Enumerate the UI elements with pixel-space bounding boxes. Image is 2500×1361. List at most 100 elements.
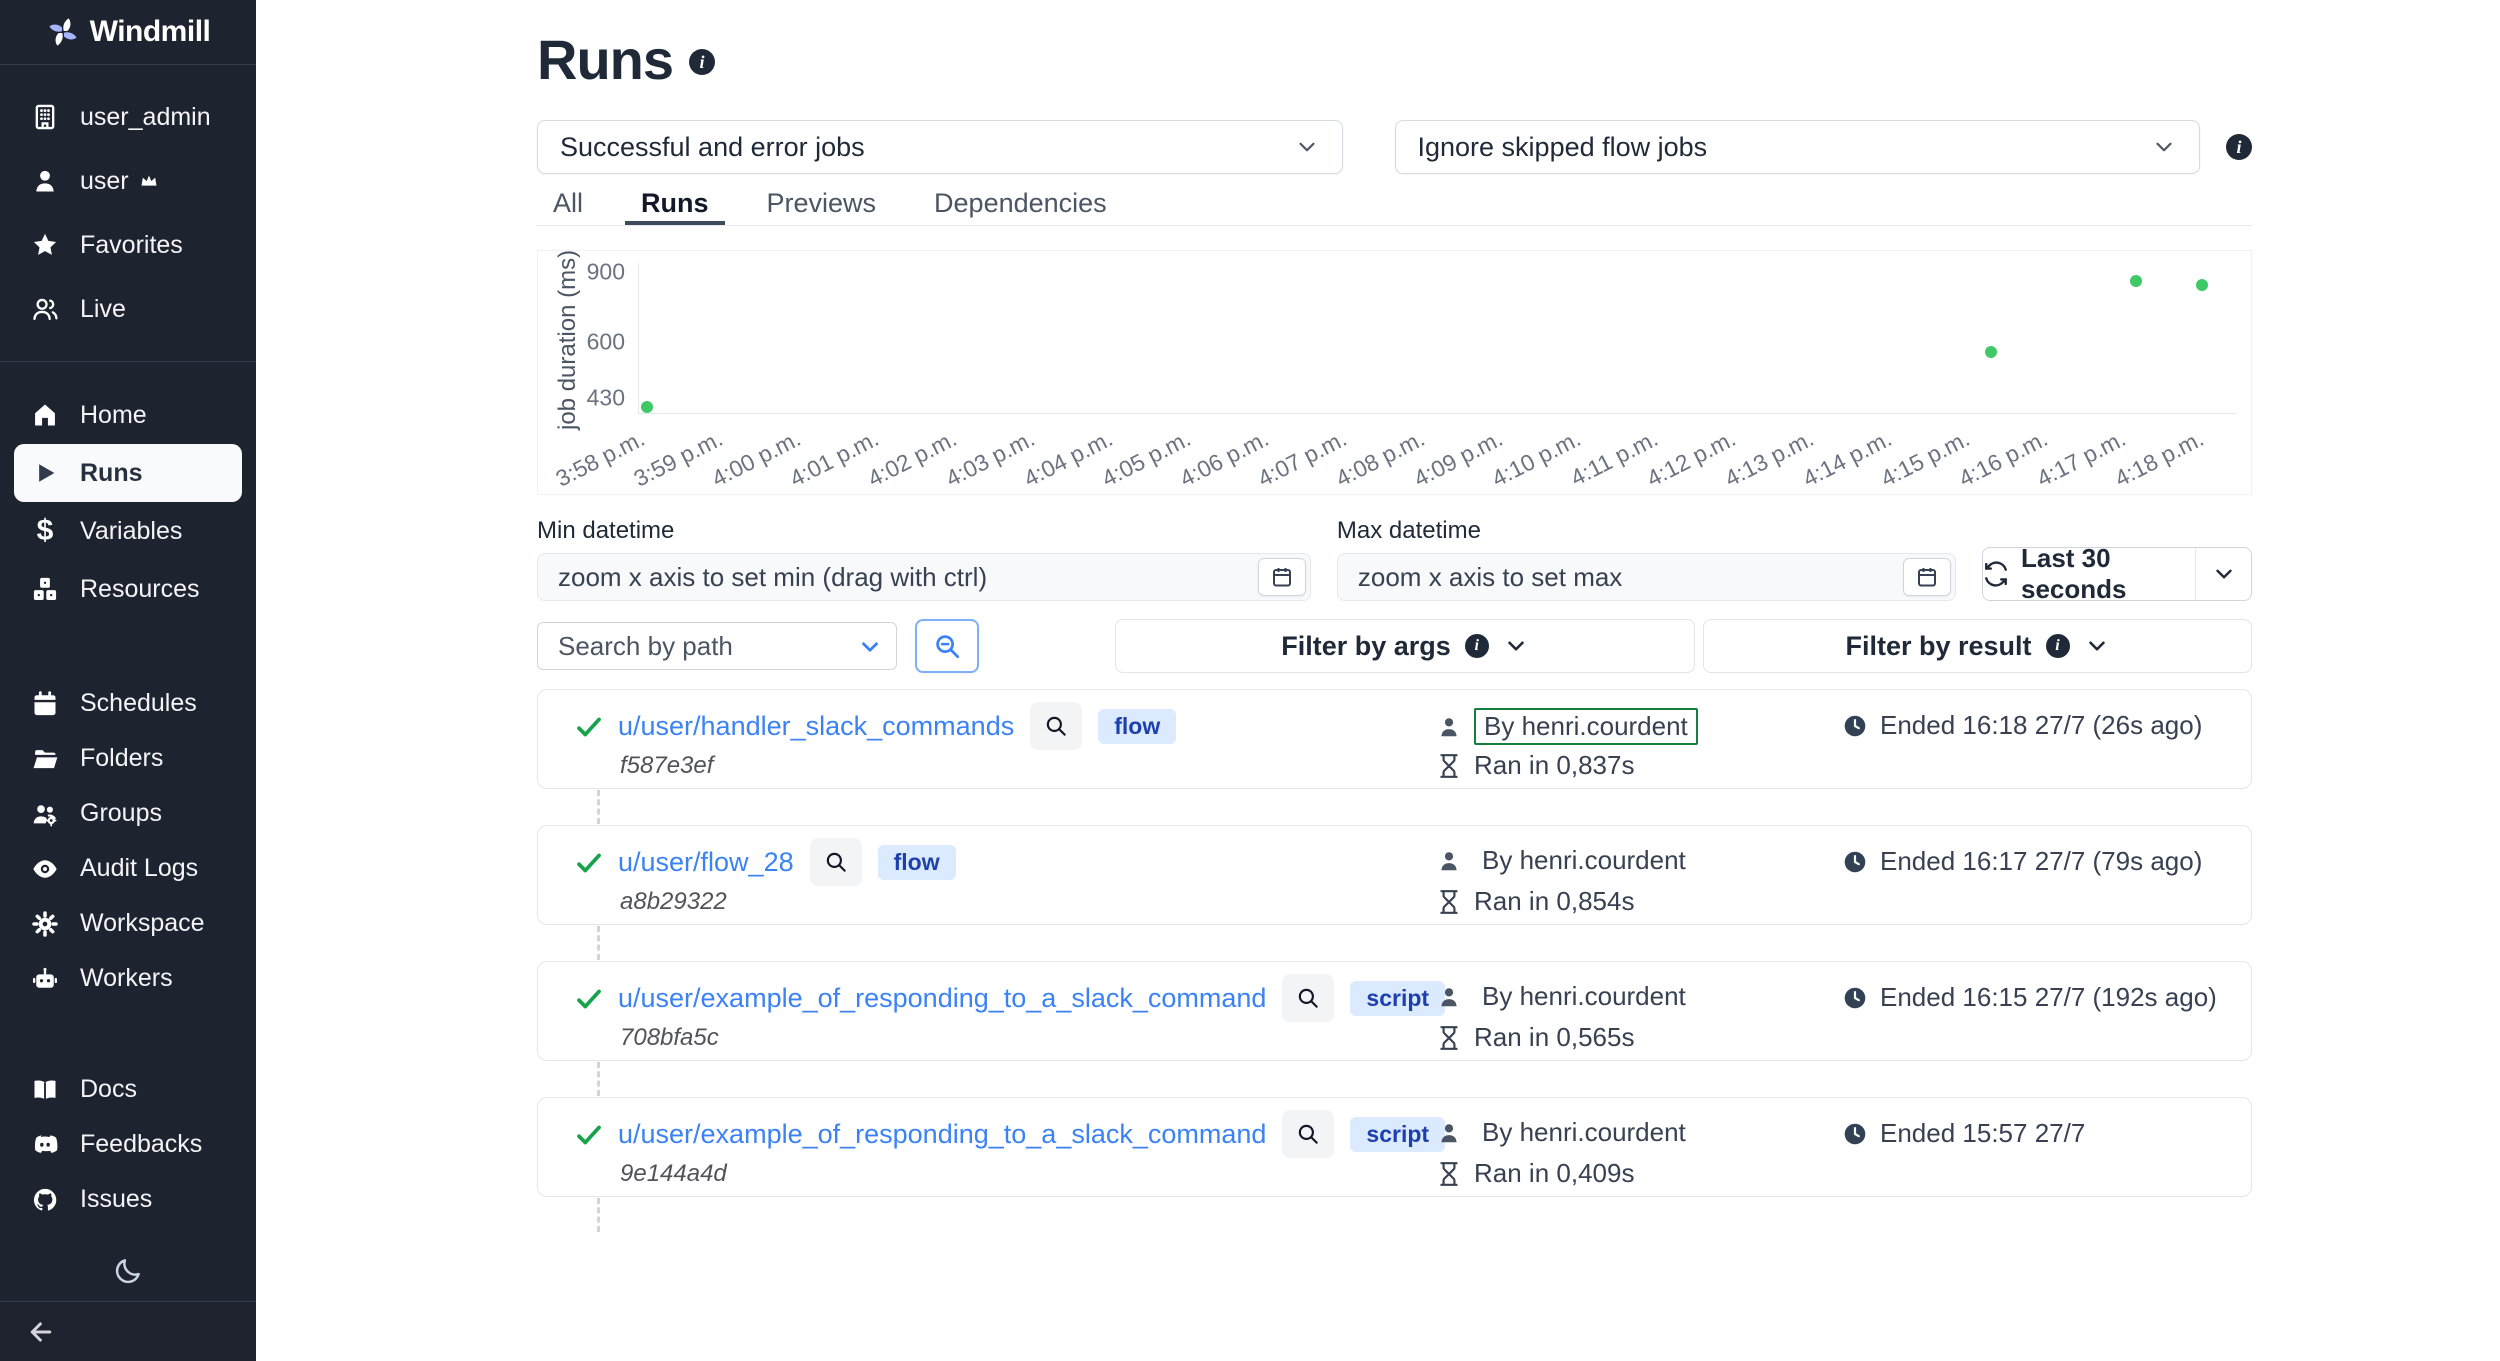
run-inspect-button[interactable] bbox=[1282, 974, 1334, 1022]
sidebar-item-user[interactable]: user bbox=[0, 149, 256, 213]
run-by-text: By henri.courdent bbox=[1474, 708, 1698, 745]
main-content: Runs Successful and error jobs Ignore sk… bbox=[256, 0, 2500, 1361]
sidebar-item-docs[interactable]: Docs bbox=[0, 1062, 256, 1117]
hourglass-icon bbox=[1436, 753, 1462, 779]
search-path-input[interactable] bbox=[537, 622, 897, 670]
sidebar-item-resources[interactable]: Resources bbox=[0, 560, 256, 618]
sidebar-main-nav: Home Runs $ Variables Resources bbox=[0, 362, 256, 618]
min-datetime-calendar-button[interactable] bbox=[1258, 558, 1306, 596]
sidebar-item-label: Audit Logs bbox=[80, 854, 198, 883]
home-icon bbox=[30, 401, 60, 429]
clock-icon bbox=[1842, 1121, 1868, 1147]
tab-previews[interactable]: Previews bbox=[751, 182, 893, 225]
chevron-down-icon bbox=[1294, 134, 1320, 160]
filter-by-args-button[interactable]: Filter by args bbox=[1115, 619, 1695, 673]
timeframe-refresh-button[interactable]: Last 30 seconds bbox=[1983, 548, 2195, 600]
chart-y-axis-label: job duration (ms) bbox=[554, 257, 582, 423]
run-by-text: By henri.courdent bbox=[1474, 1116, 1694, 1149]
clock-icon bbox=[1842, 849, 1868, 875]
gear-icon bbox=[30, 910, 60, 938]
run-path-link[interactable]: u/user/handler_slack_commands bbox=[618, 711, 1014, 742]
run-item: u/user/example_of_responding_to_a_slack_… bbox=[537, 1097, 2252, 1232]
run-path-link[interactable]: u/user/flow_28 bbox=[618, 847, 794, 878]
run-hash: 708bfa5c bbox=[620, 1024, 719, 1052]
sidebar-item-workers[interactable]: Workers bbox=[0, 951, 256, 1006]
run-hash: a8b29322 bbox=[620, 888, 727, 916]
run-by: By henri.courdent bbox=[1436, 980, 1694, 1013]
sidebar-item-label: Workspace bbox=[80, 909, 205, 938]
run-connector-dashes bbox=[597, 926, 600, 960]
sidebar-item-label: user_admin bbox=[80, 103, 211, 132]
sidebar-item-label: user bbox=[80, 167, 129, 196]
filter-args-label: Filter by args bbox=[1281, 631, 1451, 662]
sidebar-item-label: Issues bbox=[80, 1185, 152, 1214]
calendar-icon bbox=[1915, 565, 1939, 589]
run-row[interactable]: u/user/flow_28 flow a8b29322 By henri.co… bbox=[537, 825, 2252, 925]
chevron-down-icon[interactable] bbox=[857, 634, 883, 660]
groups-icon bbox=[30, 800, 60, 828]
sidebar-item-variables[interactable]: $ Variables bbox=[0, 502, 256, 560]
sidebar-item-audit-logs[interactable]: Audit Logs bbox=[0, 841, 256, 896]
sidebar-item-workspace[interactable]: Workspace bbox=[0, 896, 256, 951]
sidebar-item-live[interactable]: Live bbox=[0, 277, 256, 341]
sidebar-item-label: Runs bbox=[80, 459, 143, 488]
scatter-data-point[interactable] bbox=[1985, 346, 1997, 358]
run-row[interactable]: u/user/handler_slack_commands flow f587e… bbox=[537, 689, 2252, 789]
run-ended: Ended 15:57 27/7 bbox=[1842, 1118, 2085, 1149]
sidebar-item-runs[interactable]: Runs bbox=[14, 444, 242, 502]
job-status-select-value: Successful and error jobs bbox=[560, 132, 865, 163]
run-ended: Ended 16:18 27/7 (26s ago) bbox=[1842, 710, 2202, 741]
timeframe-split-button[interactable]: Last 30 seconds bbox=[1982, 547, 2252, 601]
run-row[interactable]: u/user/example_of_responding_to_a_slack_… bbox=[537, 961, 2252, 1061]
sidebar-item-home[interactable]: Home bbox=[0, 386, 256, 444]
run-item: u/user/handler_slack_commands flow f587e… bbox=[537, 689, 2252, 824]
run-inspect-button[interactable] bbox=[1030, 702, 1082, 750]
sidebar-item-favorites[interactable]: Favorites bbox=[0, 213, 256, 277]
search-button[interactable] bbox=[915, 619, 979, 673]
sidebar-item-schedules[interactable]: Schedules bbox=[0, 676, 256, 731]
windmill-logo[interactable]: Windmill bbox=[0, 0, 256, 64]
skipped-flows-info-icon[interactable] bbox=[2226, 134, 2252, 160]
sidebar-item-issues[interactable]: Issues bbox=[0, 1172, 256, 1227]
run-path-link[interactable]: u/user/example_of_responding_to_a_slack_… bbox=[618, 1119, 1266, 1150]
calendar-icon bbox=[1270, 565, 1294, 589]
max-datetime-calendar-button[interactable] bbox=[1903, 558, 1951, 596]
crown-icon bbox=[139, 171, 159, 191]
chart-plot-area[interactable]: 9006004303:58 p.m.3:59 p.m.4:00 p.m.4:01… bbox=[638, 263, 2237, 414]
chevron-down-icon bbox=[2084, 633, 2110, 659]
filter-result-label: Filter by result bbox=[1845, 631, 2031, 662]
timeframe-dropdown-button[interactable] bbox=[2195, 548, 2251, 600]
job-status-select[interactable]: Successful and error jobs bbox=[537, 120, 1343, 174]
collapse-sidebar-button[interactable] bbox=[26, 1317, 56, 1347]
calendar-icon bbox=[30, 690, 60, 718]
run-inspect-button[interactable] bbox=[810, 838, 862, 886]
sidebar-item-user-admin[interactable]: user_admin bbox=[0, 85, 256, 149]
tab-all[interactable]: All bbox=[537, 182, 599, 225]
skipped-flows-select[interactable]: Ignore skipped flow jobs bbox=[1395, 120, 2201, 174]
dark-mode-toggle[interactable] bbox=[113, 1256, 143, 1286]
sidebar-footer bbox=[0, 1301, 256, 1361]
eye-icon bbox=[30, 855, 60, 883]
tab-dependencies[interactable]: Dependencies bbox=[918, 182, 1123, 225]
hourglass-icon bbox=[1436, 889, 1462, 915]
sidebar-item-folders[interactable]: Folders bbox=[0, 731, 256, 786]
tab-runs[interactable]: Runs bbox=[625, 182, 725, 225]
filter-by-result-button[interactable]: Filter by result bbox=[1703, 619, 2252, 673]
sidebar-item-feedbacks[interactable]: Feedbacks bbox=[0, 1117, 256, 1172]
scatter-data-point[interactable] bbox=[641, 401, 653, 413]
run-row[interactable]: u/user/example_of_responding_to_a_slack_… bbox=[537, 1097, 2252, 1197]
run-path-link[interactable]: u/user/example_of_responding_to_a_slack_… bbox=[618, 983, 1266, 1014]
max-datetime-input[interactable] bbox=[1337, 553, 1956, 601]
sidebar-item-label: Feedbacks bbox=[80, 1130, 202, 1159]
runs-info-icon[interactable] bbox=[689, 49, 715, 75]
scatter-data-point[interactable] bbox=[2196, 279, 2208, 291]
run-ended-text: Ended 16:15 27/7 (192s ago) bbox=[1880, 982, 2217, 1013]
magnifier-icon bbox=[823, 849, 849, 875]
chevron-down-icon bbox=[2211, 561, 2237, 587]
sidebar-item-groups[interactable]: Groups bbox=[0, 786, 256, 841]
sidebar-item-label: Groups bbox=[80, 799, 162, 828]
min-datetime-input[interactable] bbox=[537, 553, 1311, 601]
run-inspect-button[interactable] bbox=[1282, 1110, 1334, 1158]
person-icon bbox=[1436, 848, 1462, 874]
scatter-data-point[interactable] bbox=[2130, 275, 2142, 287]
